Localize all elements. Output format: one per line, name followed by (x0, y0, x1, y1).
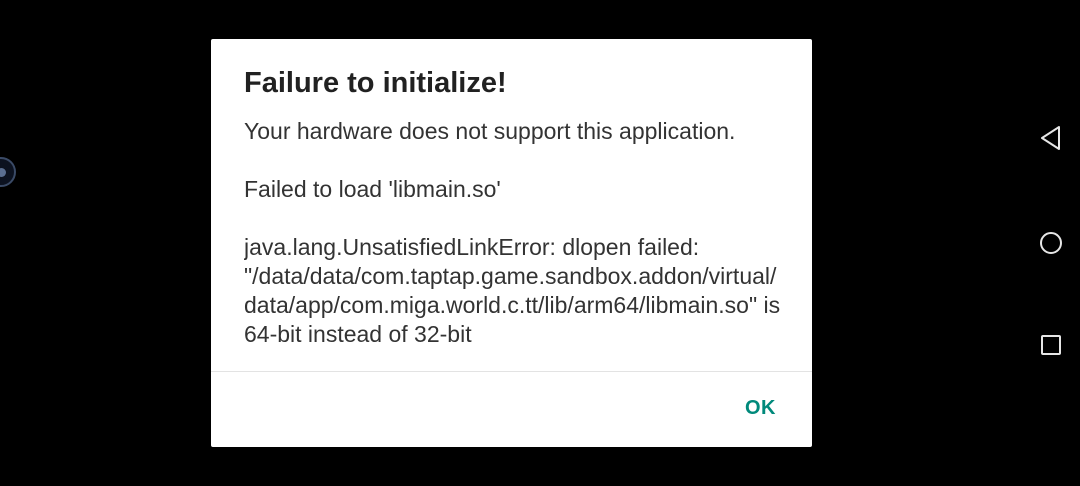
message-exception: java.lang.UnsatisfiedLinkError: dlopen f… (244, 234, 781, 347)
message-hardware: Your hardware does not support this appl… (244, 118, 736, 144)
floating-bubble-dot (0, 168, 6, 177)
navigation-bar (1020, 0, 1080, 486)
ok-button[interactable]: OK (737, 393, 784, 424)
recents-button[interactable] (1034, 328, 1068, 362)
dialog-message[interactable]: Your hardware does not support this appl… (244, 117, 784, 371)
home-button[interactable] (1034, 226, 1068, 260)
screen: Failure to initialize! Your hardware doe… (0, 0, 1080, 486)
dialog-divider (211, 371, 812, 372)
home-icon (1040, 232, 1062, 254)
message-library: Failed to load 'libmain.so' (244, 176, 501, 202)
back-icon (1041, 126, 1060, 150)
recents-icon (1041, 335, 1061, 355)
back-button[interactable] (1034, 121, 1068, 155)
dialog-title: Failure to initialize! (244, 67, 507, 99)
floating-bubble-icon[interactable] (0, 157, 16, 187)
error-dialog: Failure to initialize! Your hardware doe… (211, 39, 812, 447)
